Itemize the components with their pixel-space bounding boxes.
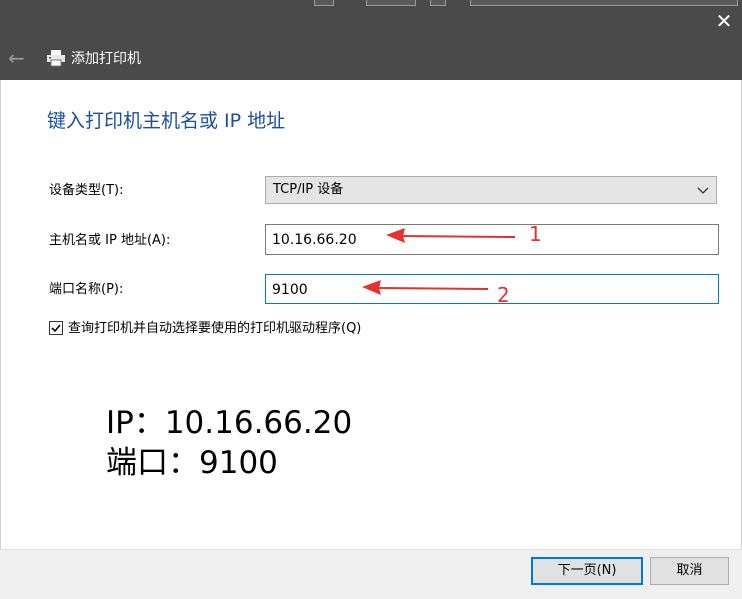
marker-2: 2 <box>497 283 510 307</box>
annotation-arrows <box>362 228 519 580</box>
marker-1: 1 <box>529 222 542 246</box>
arrow-2 <box>362 280 489 295</box>
next-button[interactable]: 下一页(N) <box>531 557 643 585</box>
cancel-button[interactable]: 取消 <box>650 557 729 585</box>
arrow-1 <box>386 228 516 243</box>
